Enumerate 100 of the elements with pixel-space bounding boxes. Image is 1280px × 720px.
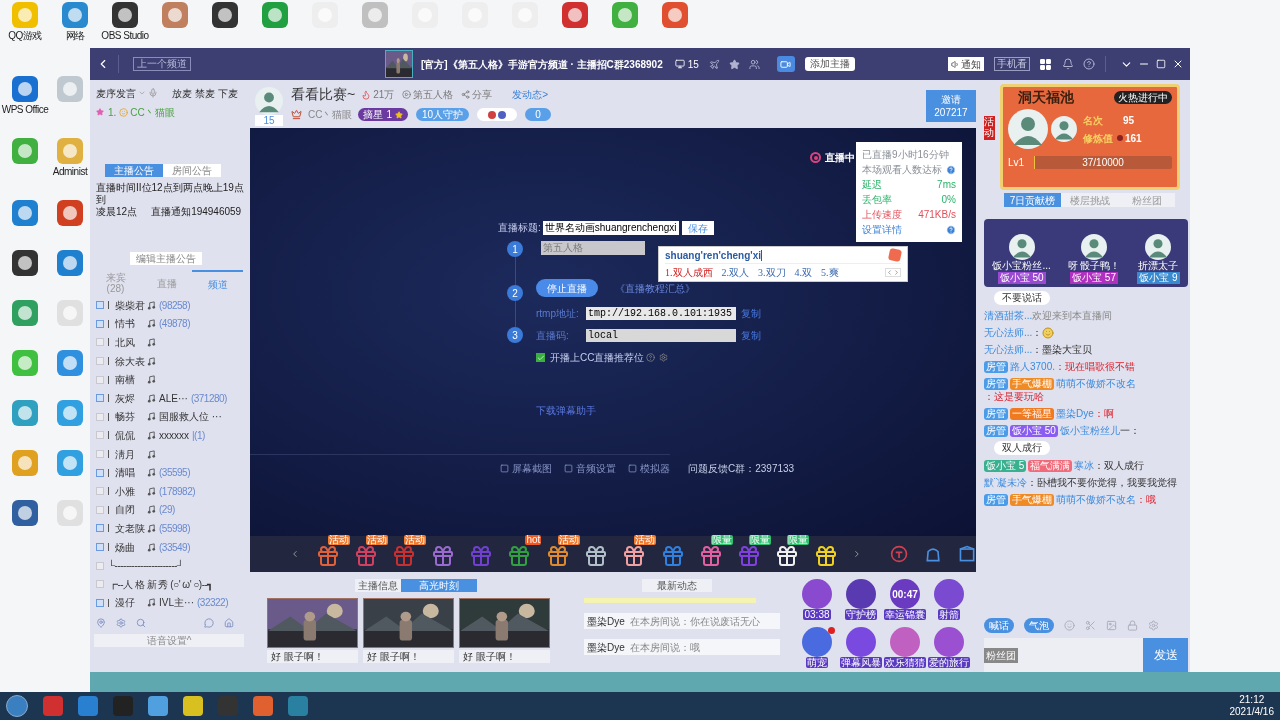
taskbar-app-icon[interactable] bbox=[43, 696, 63, 716]
close-icon[interactable] bbox=[1172, 58, 1184, 70]
plane-icon[interactable] bbox=[708, 58, 720, 70]
member-checkbox[interactable] bbox=[96, 505, 104, 514]
help-icon[interactable] bbox=[1083, 58, 1095, 70]
activity-button[interactable] bbox=[802, 579, 832, 609]
member-name[interactable]: 南樯 bbox=[115, 372, 145, 388]
member-name[interactable]: 侃侃 bbox=[115, 427, 145, 443]
member-name[interactable]: 柴柴君 bbox=[115, 297, 145, 313]
activity-button[interactable] bbox=[890, 627, 920, 657]
maximize-icon[interactable] bbox=[1156, 59, 1166, 69]
settings-icon[interactable] bbox=[116, 618, 126, 629]
ime-candidate[interactable]: 4.双 bbox=[794, 265, 812, 280]
chat-icon[interactable] bbox=[204, 618, 214, 629]
taskbar-app-icon[interactable] bbox=[253, 696, 273, 716]
member-name[interactable]: 徐大表 bbox=[115, 353, 145, 369]
list-tab[interactable]: 直播 bbox=[141, 270, 192, 296]
star-badge[interactable]: 摘星 1 bbox=[358, 108, 408, 121]
chat-username[interactable]: 无心法师... bbox=[984, 343, 1033, 356]
member-name[interactable]: 清唱 bbox=[115, 465, 145, 481]
activity-button[interactable] bbox=[934, 579, 964, 609]
invite-button[interactable]: 邀请 207217 bbox=[926, 90, 976, 122]
fan-club-button[interactable]: 粉丝团 bbox=[984, 647, 1018, 663]
chat-username[interactable]: 饭小宝粉丝儿 bbox=[1059, 424, 1120, 437]
chat-username[interactable]: 萌萌不傲娇不改名 bbox=[1056, 493, 1136, 506]
taskbar-app-icon[interactable] bbox=[78, 696, 98, 716]
member-name[interactable]: 漫仔 bbox=[115, 595, 145, 611]
chat-username[interactable]: 路人3700. bbox=[1010, 360, 1056, 373]
fans-count[interactable]: 0 bbox=[525, 108, 551, 121]
member-checkbox[interactable] bbox=[96, 450, 104, 459]
stop-live-button[interactable]: 停止直播 bbox=[536, 279, 598, 297]
share-icon[interactable] bbox=[461, 90, 471, 99]
member-checkbox[interactable] bbox=[96, 412, 104, 421]
rank-tab[interactable]: 7日贡献榜 bbox=[1004, 193, 1061, 207]
member-checkbox[interactable] bbox=[96, 338, 104, 347]
emoji-icon[interactable] bbox=[1064, 619, 1075, 631]
activity-button[interactable] bbox=[934, 627, 964, 657]
notice-tab[interactable]: 房间公告 bbox=[163, 164, 221, 177]
member-checkbox[interactable] bbox=[96, 580, 104, 589]
edit-notice-button[interactable]: 编辑主播公告 bbox=[130, 252, 202, 265]
share-link[interactable]: 分享 bbox=[472, 87, 493, 102]
recommend-checkbox[interactable] bbox=[536, 353, 545, 362]
member-checkbox[interactable] bbox=[96, 543, 104, 551]
tool-item[interactable]: 音频设置 bbox=[564, 461, 616, 476]
copy-link[interactable]: 复制 bbox=[741, 328, 761, 343]
notice-button[interactable]: 通知 bbox=[948, 57, 984, 71]
shout-button[interactable]: 喊话 bbox=[984, 617, 1014, 633]
guard-badge[interactable]: 10人守护 bbox=[416, 108, 470, 121]
member-checkbox[interactable] bbox=[96, 394, 104, 403]
previous-channel-button[interactable]: 上一个频道 bbox=[133, 57, 191, 71]
member-checkbox[interactable] bbox=[96, 487, 104, 496]
activity-side-tab[interactable]: 活动 bbox=[984, 116, 995, 140]
chat-username[interactable]: 清酒甜茶... bbox=[984, 309, 1033, 322]
title-input[interactable]: 世界名动画shuangrenchengxi bbox=[542, 220, 679, 235]
game-input[interactable]: 第五人格 bbox=[541, 241, 645, 255]
member-checkbox[interactable] bbox=[96, 598, 104, 607]
settings-icon[interactable] bbox=[1148, 619, 1159, 631]
member-name[interactable]: 文老陕 bbox=[115, 520, 145, 536]
app-icon[interactable] bbox=[10, 248, 40, 278]
gift-icon[interactable] bbox=[622, 544, 647, 568]
rtmp-field[interactable]: tmp://192.168.0.101:1935 bbox=[586, 307, 736, 320]
ime-candidate[interactable]: 2.双人 bbox=[721, 265, 749, 280]
page-arrows-icon[interactable] bbox=[885, 268, 901, 277]
post-link[interactable]: 发动态> bbox=[512, 87, 549, 102]
chat-username[interactable]: 无心法师... bbox=[984, 326, 1033, 339]
member-name[interactable]: 淸月 bbox=[115, 446, 145, 462]
voice-settings-button[interactable]: 语音设置^ bbox=[94, 634, 244, 648]
send-button[interactable]: 发送 bbox=[1143, 638, 1188, 672]
gift-icon[interactable] bbox=[545, 544, 570, 568]
member-name[interactable]: 灰烬 bbox=[115, 390, 145, 406]
code-field[interactable]: local bbox=[586, 329, 736, 342]
tutorial-link[interactable]: 《直播教程汇总》 bbox=[615, 280, 695, 296]
news-tab[interactable]: 最新动态 bbox=[642, 579, 712, 592]
grid-icon[interactable] bbox=[1039, 57, 1052, 71]
info-tab[interactable]: 高光时刻 bbox=[401, 579, 477, 592]
app-icon[interactable] bbox=[10, 498, 40, 528]
info-tab[interactable]: 主播信息 bbox=[355, 579, 401, 592]
tool-item[interactable]: 屏幕截图 bbox=[500, 461, 552, 476]
settings-icon[interactable] bbox=[659, 353, 669, 362]
list-tab[interactable]: 来宾 (28) bbox=[90, 270, 141, 296]
star-icon[interactable] bbox=[728, 58, 740, 70]
bubble-button[interactable]: 气泡 bbox=[1024, 617, 1054, 633]
scissors-icon[interactable] bbox=[1085, 619, 1096, 631]
chat-username[interactable]: 墨染Dye bbox=[1056, 407, 1094, 420]
tool-item[interactable]: 模拟器 bbox=[628, 461, 670, 476]
mic-icon[interactable] bbox=[148, 88, 158, 98]
activity-button[interactable] bbox=[802, 627, 832, 657]
member-name[interactable]: 小雅 bbox=[115, 483, 145, 499]
chat-username[interactable]: 默¨凝未冷 bbox=[984, 476, 1028, 489]
download-link[interactable]: 下载弹幕助手 bbox=[536, 403, 976, 418]
member-checkbox[interactable] bbox=[96, 375, 104, 384]
help-icon[interactable] bbox=[646, 353, 656, 362]
mobile-view-button[interactable]: 手机看 bbox=[994, 57, 1030, 71]
gift-icon[interactable] bbox=[583, 544, 608, 568]
member-name[interactable]: 北风 bbox=[115, 335, 145, 350]
gift-icon[interactable] bbox=[775, 544, 800, 568]
caret-icon[interactable] bbox=[138, 89, 146, 97]
chat-username[interactable]: 萌萌不傲娇不改名 bbox=[1056, 377, 1136, 390]
member-checkbox[interactable] bbox=[96, 561, 104, 570]
member-checkbox[interactable] bbox=[96, 468, 104, 477]
